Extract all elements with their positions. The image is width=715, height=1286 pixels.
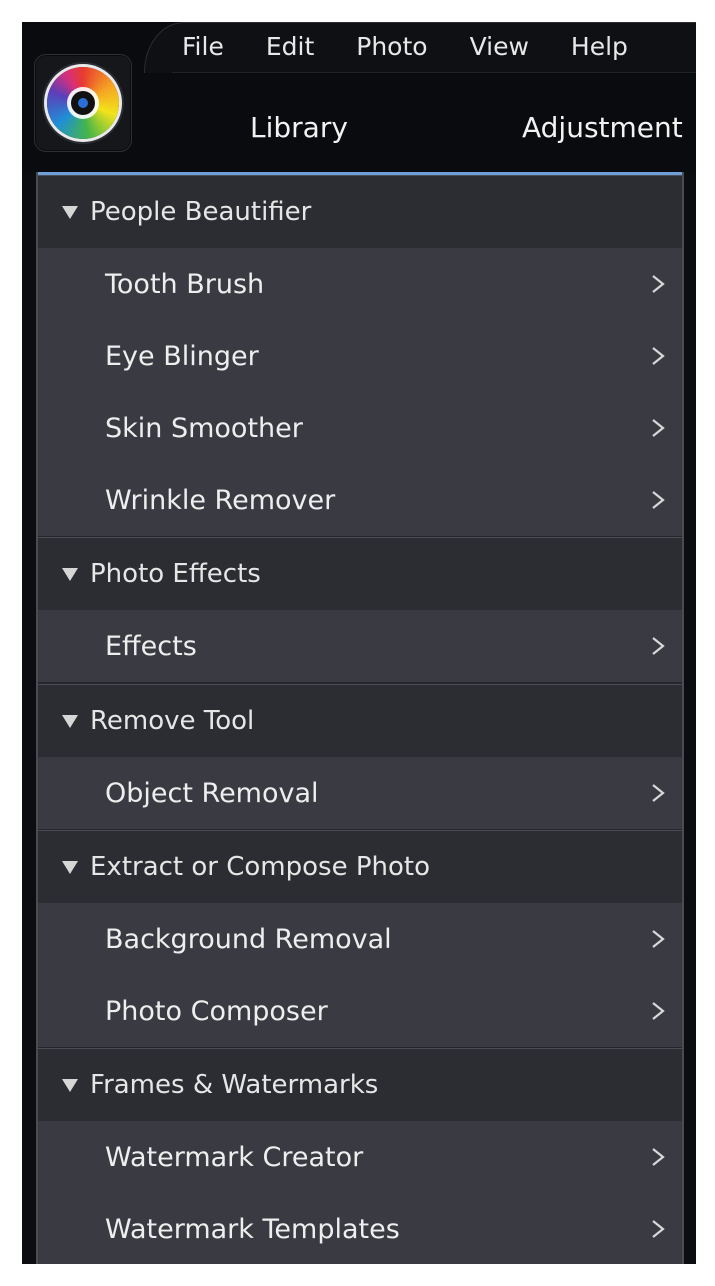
chevron-right-icon (652, 419, 665, 437)
tool-item-object-removal[interactable]: Object Removal (38, 757, 682, 829)
tools-panel: People Beautifier Tooth Brush Eye Blinge… (36, 172, 684, 1264)
group-title: Remove Tool (90, 706, 255, 736)
tool-item-label: Skin Smoother (105, 412, 303, 444)
tool-item-watermark-templates[interactable]: Watermark Templates (38, 1193, 682, 1264)
group-extract-compose: Extract or Compose Photo Background Remo… (38, 830, 682, 1049)
mode-tabs: Library Adjustment (22, 108, 696, 148)
tool-item-label: Wrinkle Remover (105, 484, 336, 516)
group-title: People Beautifier (90, 197, 312, 227)
tool-item-photo-composer[interactable]: Photo Composer (38, 975, 682, 1047)
tool-item-eye-blinger[interactable]: Eye Blinger (38, 320, 682, 392)
menu-view[interactable]: View (449, 22, 550, 72)
tool-item-effects[interactable]: Effects (38, 610, 682, 682)
group-frames-watermarks: Frames & Watermarks Watermark Creator Wa… (38, 1048, 682, 1264)
triangle-down-icon (62, 714, 78, 728)
tool-item-watermark-creator[interactable]: Watermark Creator (38, 1121, 682, 1193)
group-title: Frames & Watermarks (90, 1070, 379, 1100)
app-window: File Edit Photo View Help Library Adjust… (22, 22, 696, 1264)
chevron-right-icon (652, 275, 665, 293)
chevron-right-icon (652, 930, 665, 948)
group-header[interactable]: Extract or Compose Photo (38, 830, 682, 903)
chevron-right-icon (652, 637, 665, 655)
chevron-right-icon (652, 1002, 665, 1020)
triangle-down-icon (62, 567, 78, 581)
triangle-down-icon (62, 860, 78, 874)
tab-adjustment[interactable]: Adjustment (522, 108, 683, 148)
triangle-down-icon (62, 1078, 78, 1092)
chevron-right-icon (652, 1220, 665, 1238)
group-header[interactable]: Frames & Watermarks (38, 1048, 682, 1121)
tool-item-wrinkle-remover[interactable]: Wrinkle Remover (38, 464, 682, 536)
tool-item-label: Object Removal (105, 777, 319, 809)
tool-item-tooth-brush[interactable]: Tooth Brush (38, 248, 682, 320)
menu-photo[interactable]: Photo (335, 22, 448, 72)
tool-item-label: Watermark Creator (105, 1141, 364, 1173)
group-header[interactable]: People Beautifier (38, 175, 682, 248)
chevron-right-icon (652, 347, 665, 365)
menu-divider (172, 72, 696, 73)
tool-item-background-removal[interactable]: Background Removal (38, 903, 682, 975)
chevron-right-icon (652, 784, 665, 802)
tab-library[interactable]: Library (250, 108, 348, 148)
menu-file[interactable]: File (182, 22, 245, 72)
group-header[interactable]: Photo Effects (38, 537, 682, 610)
group-title: Extract or Compose Photo (90, 852, 431, 882)
tool-item-label: Photo Composer (105, 995, 328, 1027)
group-photo-effects: Photo Effects Effects (38, 537, 682, 684)
tool-item-label: Background Removal (105, 923, 392, 955)
group-title: Photo Effects (90, 559, 261, 589)
title-bar: File Edit Photo View Help Library Adjust… (22, 22, 696, 172)
tool-item-label: Tooth Brush (105, 268, 265, 300)
chevron-right-icon (652, 491, 665, 509)
group-header[interactable]: Remove Tool (38, 684, 682, 757)
tool-item-label: Eye Blinger (105, 340, 259, 372)
triangle-down-icon (62, 205, 78, 219)
group-remove-tool: Remove Tool Object Removal (38, 684, 682, 831)
tool-item-skin-smoother[interactable]: Skin Smoother (38, 392, 682, 464)
group-people-beautifier: People Beautifier Tooth Brush Eye Blinge… (38, 175, 682, 538)
chevron-right-icon (652, 1148, 665, 1166)
tool-item-label: Watermark Templates (105, 1213, 400, 1245)
logo-pupil (78, 98, 88, 108)
menu-bar: File Edit Photo View Help (182, 22, 649, 72)
menu-help[interactable]: Help (550, 22, 649, 72)
menu-edit[interactable]: Edit (245, 22, 335, 72)
tool-item-label: Effects (105, 630, 197, 662)
